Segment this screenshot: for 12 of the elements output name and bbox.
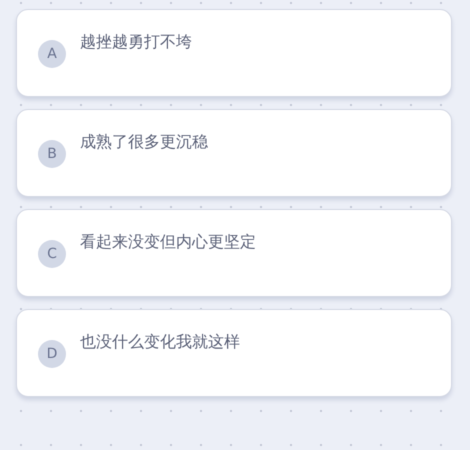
option-card[interactable]: D 也没什么变化我就这样 [16,309,452,397]
option-text: 越挫越勇打不垮 [80,31,192,53]
option-card[interactable]: C 看起来没变但内心更坚定 [16,209,452,297]
option-text: 看起来没变但内心更坚定 [80,231,256,253]
option-text: 成熟了很多更沉稳 [80,131,208,153]
option-text: 也没什么变化我就这样 [80,331,240,353]
option-card[interactable]: A 越挫越勇打不垮 [16,9,452,97]
option-letter: D [38,340,66,368]
option-letter: A [38,40,66,68]
option-letter: C [38,240,66,268]
option-letter: B [38,140,66,168]
option-card[interactable]: B 成熟了很多更沉稳 [16,109,452,197]
